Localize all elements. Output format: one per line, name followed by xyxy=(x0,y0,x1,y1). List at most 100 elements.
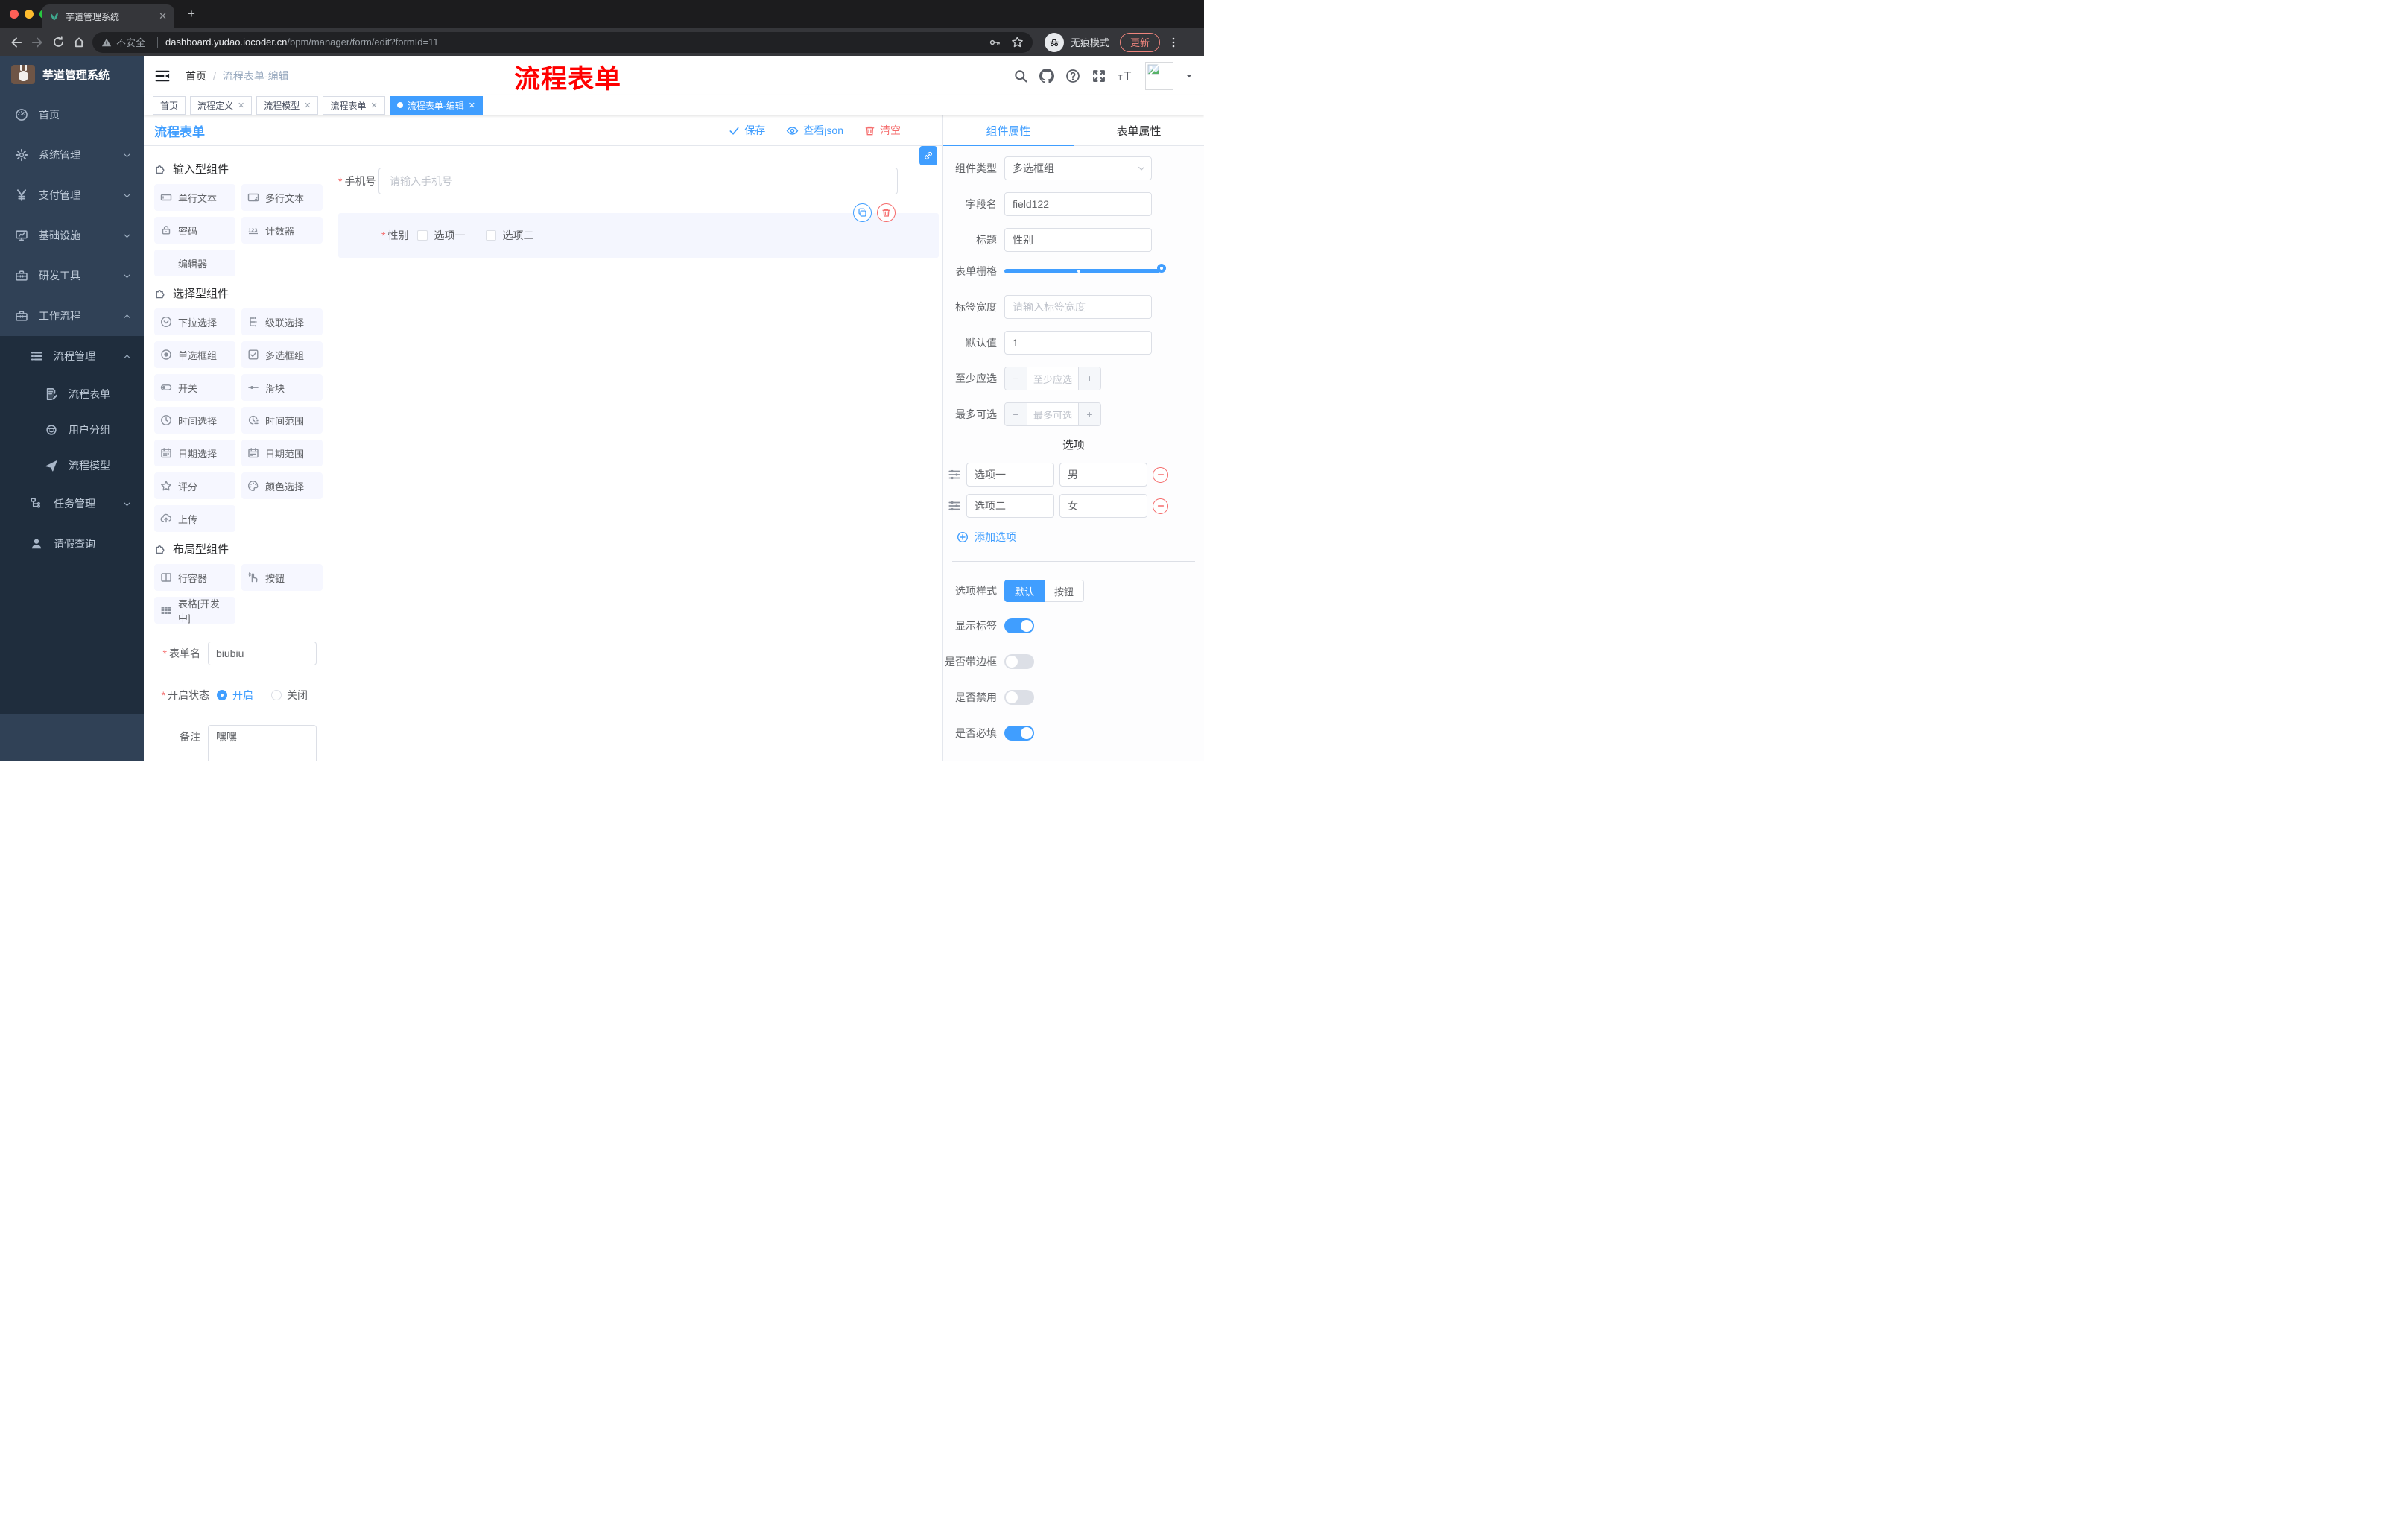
toggle-switch[interactable] xyxy=(1004,618,1034,633)
component-密码[interactable]: 密码 xyxy=(154,217,235,244)
tab-close-icon[interactable]: ✕ xyxy=(159,10,167,22)
component-表格[开发中][interactable]: 表格[开发中] xyxy=(154,597,235,624)
github-icon[interactable] xyxy=(1039,68,1054,83)
search-icon[interactable] xyxy=(1013,69,1028,83)
tag-流程定义[interactable]: 流程定义 ✕ xyxy=(190,95,253,115)
component-滑块[interactable]: 滑块 xyxy=(241,374,323,401)
copy-component-button[interactable] xyxy=(853,203,872,222)
form-canvas[interactable]: 手机号 性别 选项一 选项二 xyxy=(332,146,942,762)
add-option-button[interactable]: 添加选项 xyxy=(957,530,1204,545)
link-badge[interactable] xyxy=(919,146,937,165)
new-tab-button[interactable]: + xyxy=(183,7,200,22)
password-key-icon[interactable] xyxy=(989,37,1001,48)
style-option-默认[interactable]: 默认 xyxy=(1004,580,1045,602)
component-单行文本[interactable]: 单行文本 xyxy=(154,184,235,211)
close-tag-icon[interactable]: ✕ xyxy=(469,101,475,110)
component-type-select[interactable] xyxy=(1004,156,1152,180)
component-颜色选择[interactable]: 颜色选择 xyxy=(241,472,323,499)
checkbox-icon[interactable] xyxy=(417,230,428,241)
help-icon[interactable] xyxy=(1065,69,1080,83)
tag-流程模型[interactable]: 流程模型 ✕ xyxy=(256,95,319,115)
sidebar-item-流程表单[interactable]: 流程表单 xyxy=(0,376,144,412)
style-option-按钮[interactable]: 按钮 xyxy=(1045,580,1085,602)
app-logo[interactable]: 芋道管理系统 xyxy=(0,56,144,93)
form-name-input[interactable] xyxy=(208,642,317,665)
component-type-value[interactable] xyxy=(1004,156,1152,180)
component-行容器[interactable]: 行容器 xyxy=(154,564,235,591)
tag-首页[interactable]: 首页 xyxy=(153,95,186,115)
close-tag-icon[interactable]: ✕ xyxy=(238,101,244,110)
max-select-value[interactable]: 最多可选 xyxy=(1027,403,1078,425)
label-width-input[interactable] xyxy=(1004,295,1152,319)
sidebar-item-工作流程[interactable]: 工作流程 xyxy=(0,296,144,336)
bookmark-star-icon[interactable] xyxy=(1011,36,1024,48)
remove-option-button[interactable] xyxy=(1153,466,1168,483)
phone-input[interactable] xyxy=(378,168,898,194)
remove-option-button[interactable] xyxy=(1153,498,1168,514)
grid-slider[interactable] xyxy=(1004,264,1166,273)
sidebar-item-任务管理[interactable]: 任务管理 xyxy=(0,484,144,524)
checkbox-icon[interactable] xyxy=(486,230,497,241)
fullscreen-icon[interactable] xyxy=(1091,69,1106,83)
gender-form-item-selected[interactable]: 性别 选项一 选项二 xyxy=(338,203,939,258)
option-value-input[interactable] xyxy=(1059,463,1147,487)
back-icon[interactable] xyxy=(6,32,27,53)
min-select-value[interactable]: 至少应选 xyxy=(1027,367,1078,390)
security-label[interactable]: 不安全 xyxy=(116,35,145,49)
sidebar-item-请假查询[interactable]: 请假查询 xyxy=(0,524,144,564)
reload-icon[interactable] xyxy=(48,32,69,53)
sidebar-item-系统管理[interactable]: 系统管理 xyxy=(0,135,144,175)
component-按钮[interactable]: 按钮 xyxy=(241,564,323,591)
checkbox-选项二[interactable]: 选项二 xyxy=(486,228,533,243)
minimize-window-button[interactable] xyxy=(25,10,34,19)
sidebar-item-流程管理[interactable]: 流程管理 xyxy=(0,336,144,376)
toggle-switch[interactable] xyxy=(1004,654,1034,669)
decrement-button[interactable]: − xyxy=(1005,367,1027,390)
sidebar-item-流程模型[interactable]: 流程模型 xyxy=(0,448,144,484)
drag-handle-icon[interactable] xyxy=(948,468,961,481)
component-编辑器[interactable]: 编辑器 xyxy=(154,250,235,276)
increment-button[interactable]: + xyxy=(1078,367,1100,390)
breadcrumb-home[interactable]: 首页 xyxy=(186,69,206,83)
view-json-button[interactable]: 查看json xyxy=(786,123,843,138)
option-label-input[interactable] xyxy=(966,463,1054,487)
phone-form-item[interactable]: 手机号 xyxy=(338,168,939,194)
drag-handle-icon[interactable] xyxy=(948,499,961,513)
sidebar-item-研发工具[interactable]: 研发工具 xyxy=(0,256,144,296)
component-上传[interactable]: 上传 xyxy=(154,505,235,532)
delete-component-button[interactable] xyxy=(877,203,896,222)
component-多选框组[interactable]: 多选框组 xyxy=(241,341,323,368)
browser-menu-icon[interactable] xyxy=(1167,37,1179,48)
clear-button[interactable]: 清空 xyxy=(864,123,901,138)
component-日期选择[interactable]: 日期选择 xyxy=(154,440,235,466)
status-radio-关闭[interactable]: 关闭 xyxy=(271,688,308,703)
component-级联选择[interactable]: 级联选择 xyxy=(241,308,323,335)
component-开关[interactable]: 开关 xyxy=(154,374,235,401)
slider-handle[interactable] xyxy=(1157,264,1166,273)
tag-流程表单[interactable]: 流程表单 ✕ xyxy=(323,95,385,115)
sidebar-item-支付管理[interactable]: 支付管理 xyxy=(0,175,144,215)
collapse-sidebar-icon[interactable] xyxy=(154,68,171,84)
option-label-input[interactable] xyxy=(966,494,1054,518)
toggle-switch[interactable] xyxy=(1004,690,1034,705)
address-bar[interactable]: 不安全 dashboard.yudao.iocoder.cn/bpm/manag… xyxy=(92,31,1033,53)
checkbox-选项一[interactable]: 选项一 xyxy=(417,228,465,243)
tab-form-props[interactable]: 表单属性 xyxy=(1074,115,1204,145)
update-button[interactable]: 更新 xyxy=(1120,32,1161,52)
component-下拉选择[interactable]: 下拉选择 xyxy=(154,308,235,335)
close-tag-icon[interactable]: ✕ xyxy=(371,101,378,110)
component-日期范围[interactable]: 日期范围 xyxy=(241,440,323,466)
forward-icon[interactable] xyxy=(27,32,48,53)
sidebar-item-首页[interactable]: 首页 xyxy=(0,95,144,135)
browser-tab[interactable]: 芋道管理系统 ✕ xyxy=(42,4,174,28)
decrement-button[interactable]: − xyxy=(1005,403,1027,425)
form-remark-textarea[interactable]: 嘿嘿 xyxy=(208,725,317,762)
default-value-input[interactable] xyxy=(1004,331,1152,355)
toggle-switch[interactable] xyxy=(1004,726,1034,741)
component-单选框组[interactable]: 单选框组 xyxy=(154,341,235,368)
tab-component-props[interactable]: 组件属性 xyxy=(943,115,1074,145)
component-评分[interactable]: 评分 xyxy=(154,472,235,499)
avatar-dropdown-icon[interactable] xyxy=(1185,72,1194,80)
user-avatar[interactable] xyxy=(1145,61,1173,90)
component-计数器[interactable]: 123 计数器 xyxy=(241,217,323,244)
